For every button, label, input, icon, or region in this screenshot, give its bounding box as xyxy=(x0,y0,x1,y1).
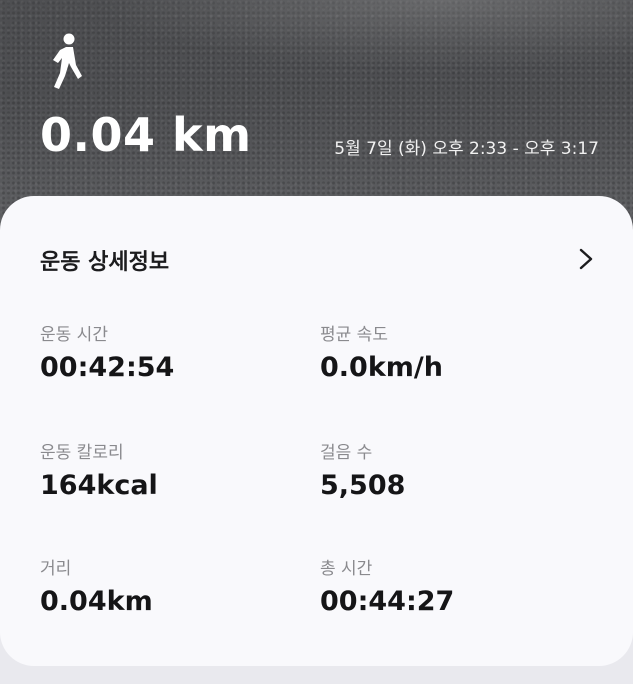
stat-value: 5,508 xyxy=(320,470,406,501)
stat-calories: 운동 칼로리 164kcal xyxy=(40,438,280,501)
hero-glare xyxy=(0,0,633,90)
stat-workout-time: 운동 시간 00:42:54 xyxy=(40,320,280,383)
stat-value: 00:42:54 xyxy=(40,352,175,383)
workout-details-card: 운동 상세정보 운동 시간 00:42:54 평균 속도 0.0km/h 운동 … xyxy=(0,196,633,666)
workout-summary-screen: 0.04 km 5월 7일 (화) 오후 2:33 - 오후 3:17 운동 상… xyxy=(0,0,633,684)
stat-label: 총 시간 xyxy=(320,559,373,579)
total-distance: 0.04 km xyxy=(40,108,252,162)
stat-label: 걸음 수 xyxy=(320,443,373,463)
workout-datetime: 5월 7일 (화) 오후 2:33 - 오후 3:17 xyxy=(334,139,599,159)
details-header[interactable]: 운동 상세정보 xyxy=(40,244,600,275)
stat-label: 운동 칼로리 xyxy=(40,443,124,463)
stat-steps: 걸음 수 5,508 xyxy=(320,438,560,501)
stat-label: 운동 시간 xyxy=(40,325,108,345)
stat-value: 164kcal xyxy=(40,470,158,501)
details-title: 운동 상세정보 xyxy=(40,250,170,275)
stat-label: 평균 속도 xyxy=(320,325,388,345)
stat-label: 거리 xyxy=(40,559,72,579)
walking-person-icon xyxy=(53,33,82,89)
stat-average-speed: 평균 속도 0.0km/h xyxy=(320,320,560,383)
stat-total-time: 총 시간 00:44:27 xyxy=(320,554,560,617)
stat-value: 0.04km xyxy=(40,586,153,617)
stat-value: 00:44:27 xyxy=(320,586,455,617)
stat-value: 0.0km/h xyxy=(320,352,444,383)
stat-distance: 거리 0.04km xyxy=(40,554,280,617)
chevron-right-icon[interactable] xyxy=(578,248,594,270)
